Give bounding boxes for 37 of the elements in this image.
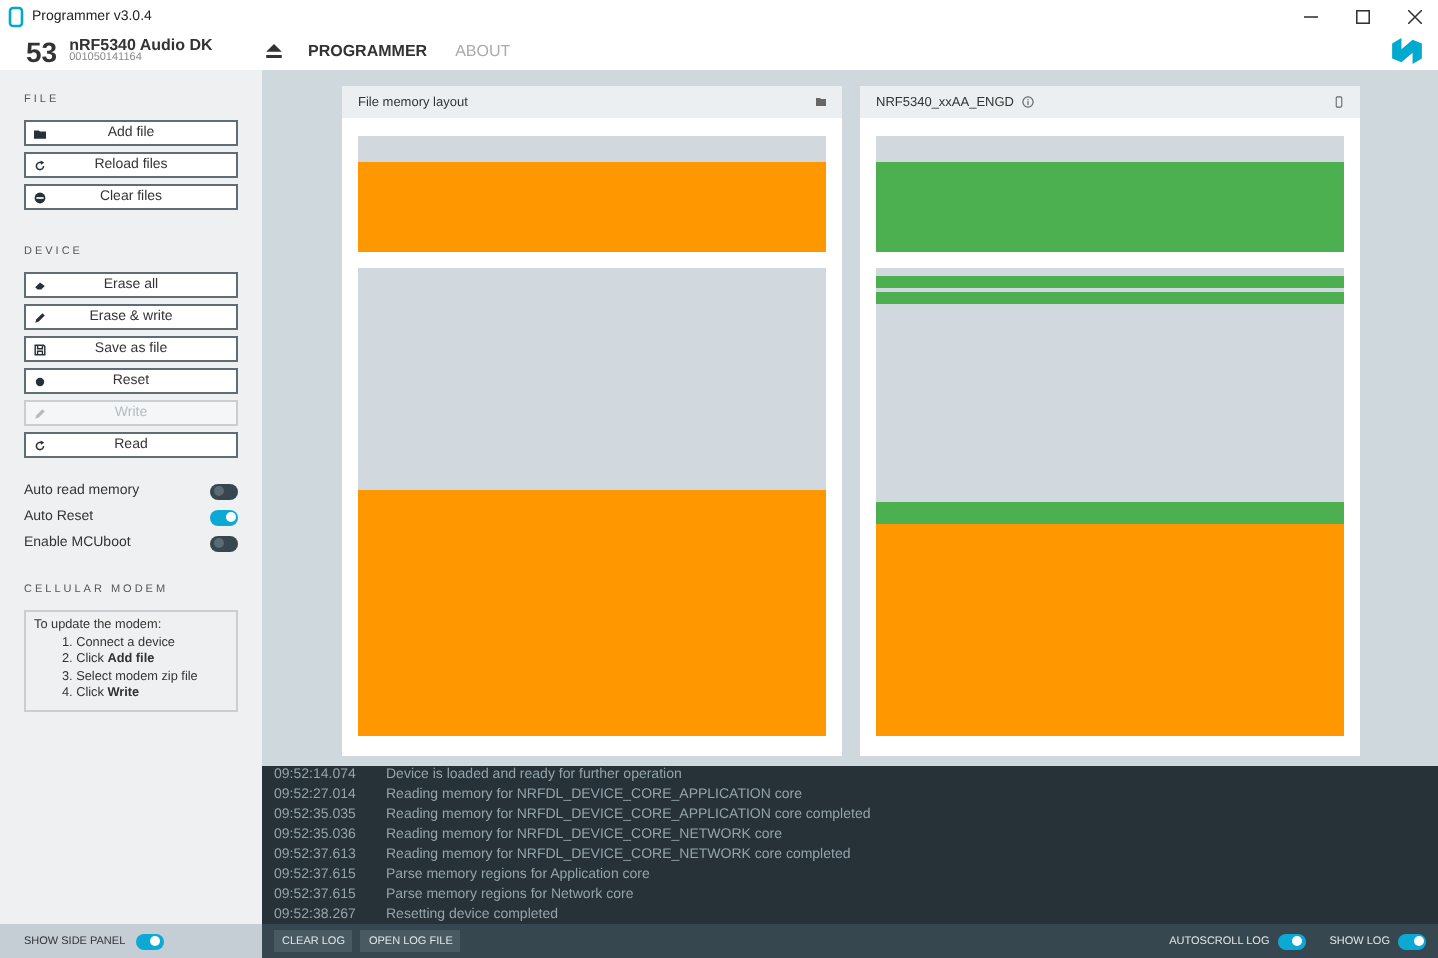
pencil-icon: [34, 407, 46, 419]
folder-icon: [34, 127, 46, 139]
toggle-switch[interactable]: [135, 933, 164, 949]
memory-region[interactable]: [358, 268, 826, 490]
close-icon[interactable]: [1408, 9, 1422, 23]
memory-region[interactable]: [876, 136, 1344, 162]
toggle-switch[interactable]: [1398, 933, 1426, 949]
info-icon[interactable]: [1022, 96, 1034, 108]
device-name: nRF5340 Audio DK: [69, 37, 213, 54]
device-icon: [1334, 96, 1344, 108]
memory-region[interactable]: [876, 276, 1344, 288]
reload-icon: [34, 159, 46, 171]
pencil-icon: [34, 311, 46, 323]
toggle-switch[interactable]: [210, 535, 238, 551]
app-icon: [8, 5, 24, 27]
memory-region[interactable]: [358, 162, 826, 252]
toggle-switch[interactable]: [1277, 933, 1306, 949]
eraser-icon: [34, 279, 46, 291]
maximize-icon[interactable]: [1356, 9, 1370, 23]
memory-region[interactable]: [876, 162, 1344, 252]
dot-icon: [34, 375, 46, 387]
memory-region[interactable]: [358, 136, 826, 162]
device-number: 53: [26, 35, 58, 67]
memory-region[interactable]: [876, 292, 1344, 304]
memory-region[interactable]: [358, 490, 826, 736]
memory-region[interactable]: [876, 524, 1344, 736]
nav-tab[interactable]: PROGRAMMER: [308, 42, 428, 60]
memory-region[interactable]: [876, 268, 1344, 276]
toggle-switch[interactable]: [210, 483, 238, 499]
reload-icon: [34, 439, 46, 451]
minus-circle-icon: [34, 191, 46, 203]
logo-icon: [1392, 38, 1422, 64]
toggle-switch[interactable]: [210, 509, 238, 525]
memory-region[interactable]: [876, 502, 1344, 524]
memory-region[interactable]: [876, 304, 1344, 502]
folder-icon[interactable]: [816, 96, 826, 108]
eject-icon[interactable]: [266, 44, 282, 58]
